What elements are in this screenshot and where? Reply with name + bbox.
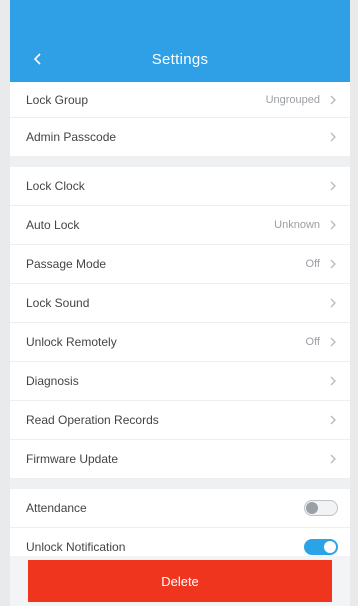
toggle-knob	[306, 502, 318, 514]
row-label: Passage Mode	[26, 257, 107, 271]
unlock-notification-toggle[interactable]	[304, 539, 338, 555]
chevron-right-icon	[328, 180, 338, 192]
nav-bar: Settings	[10, 36, 350, 82]
row-value: Unknown	[274, 219, 320, 231]
back-arrow-icon	[33, 53, 41, 65]
back-button[interactable]	[28, 49, 48, 69]
chevron-right-icon	[328, 219, 338, 231]
row-label: Unlock Notification	[26, 540, 126, 554]
row-label: Firmware Update	[26, 452, 119, 466]
lock-sound-row[interactable]: Lock Sound	[10, 284, 350, 323]
row-label: Read Operation Records	[26, 413, 159, 427]
row-label: Unlock Remotely	[26, 335, 117, 349]
status-bar	[10, 0, 350, 36]
section-gap	[10, 479, 350, 489]
chevron-right-icon	[328, 414, 338, 426]
passage-mode-row[interactable]: Passage Mode Off	[10, 245, 350, 284]
delete-area: Delete	[10, 556, 350, 606]
chevron-right-icon	[328, 297, 338, 309]
chevron-right-icon	[328, 94, 338, 106]
row-label: Auto Lock	[26, 218, 80, 232]
row-label: Attendance	[26, 501, 87, 515]
row-label: Lock Clock	[26, 179, 85, 193]
row-label: Diagnosis	[26, 374, 79, 388]
lock-clock-row[interactable]: Lock Clock	[10, 167, 350, 206]
chevron-right-icon	[328, 453, 338, 465]
auto-lock-row[interactable]: Auto Lock Unknown	[10, 206, 350, 245]
diagnosis-row[interactable]: Diagnosis	[10, 362, 350, 401]
phone-screen: Settings Lock Group Ungrouped Admin Pass…	[10, 0, 350, 606]
chevron-right-icon	[328, 131, 338, 143]
lock-group-row[interactable]: Lock Group Ungrouped	[10, 82, 350, 118]
chevron-right-icon	[328, 375, 338, 387]
unlock-remotely-row[interactable]: Unlock Remotely Off	[10, 323, 350, 362]
settings-group-1: Lock Group Ungrouped Admin Passcode	[10, 82, 350, 157]
attendance-toggle[interactable]	[304, 500, 338, 516]
attendance-row: Attendance	[10, 489, 350, 528]
row-value: Off	[305, 336, 320, 348]
row-label: Lock Sound	[26, 296, 90, 310]
row-label: Admin Passcode	[26, 130, 117, 144]
chevron-right-icon	[328, 258, 338, 270]
page-title: Settings	[151, 50, 209, 68]
read-operation-records-row[interactable]: Read Operation Records	[10, 401, 350, 440]
row-value: Ungrouped	[265, 93, 320, 106]
settings-group-2: Lock Clock Auto Lock Unknown Passage Mod…	[10, 167, 350, 479]
row-label: Lock Group	[26, 92, 89, 107]
toggle-knob	[324, 541, 336, 553]
row-value: Off	[305, 258, 320, 270]
chevron-right-icon	[328, 336, 338, 348]
firmware-update-row[interactable]: Firmware Update	[10, 440, 350, 479]
delete-button[interactable]: Delete	[28, 560, 332, 602]
section-gap	[10, 157, 350, 167]
admin-passcode-row[interactable]: Admin Passcode	[10, 118, 350, 157]
